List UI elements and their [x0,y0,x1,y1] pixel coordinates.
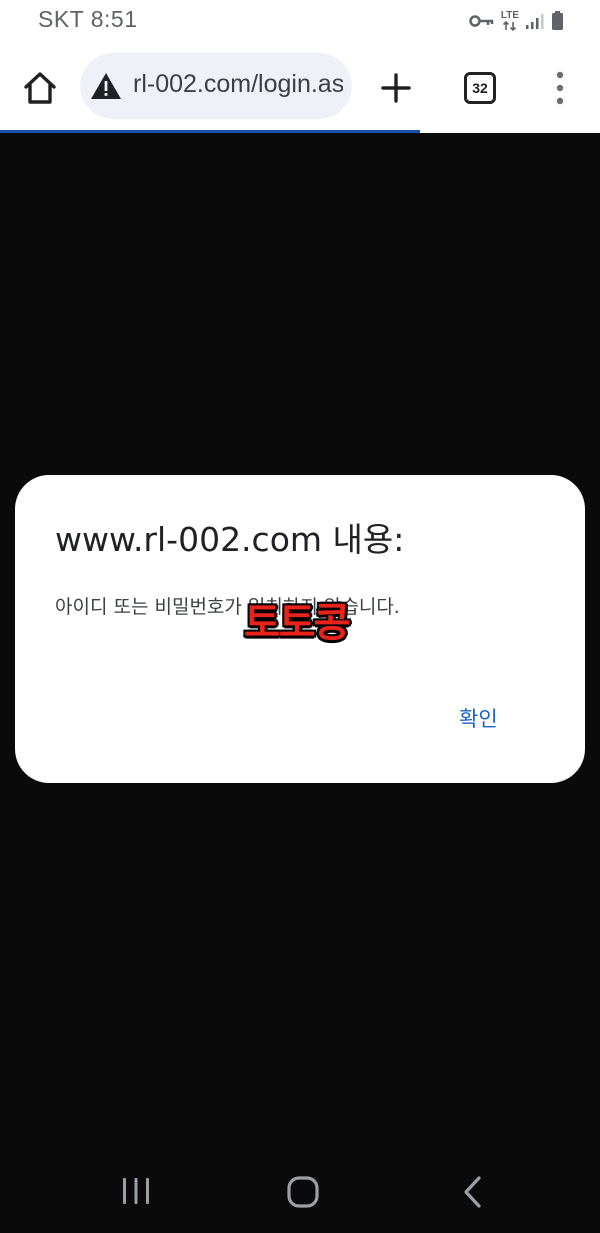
url-text[interactable]: rl-002.com/login.asp [133,70,343,99]
battery-icon [552,11,563,30]
new-tab-button[interactable] [376,68,416,108]
system-home-icon[interactable] [286,1175,320,1209]
ok-button[interactable]: 확인 [451,699,506,737]
recent-apps-icon[interactable] [118,1176,154,1206]
carrier-label: SKT [38,6,84,32]
warning-triangle-icon[interactable] [90,72,122,100]
address-bar[interactable]: rl-002.com/login.asp [80,53,352,119]
tab-count: 32 [472,80,488,96]
browser-toolbar: rl-002.com/login.asp 32 [0,42,600,132]
more-menu-icon[interactable] [550,68,570,108]
system-navigation-bar [0,1143,600,1233]
status-icons: LTE [469,9,564,33]
data-arrows-icon [502,21,516,31]
status-bar: SKT 8:51 LTE [0,0,600,42]
network-type: LTE [500,10,519,21]
home-icon [24,72,56,104]
watermark-logo: 토토콩 [244,600,350,646]
clock: 8:51 [90,6,138,32]
dialog-title: www.rl-002.com 내용: [55,520,405,559]
key-icon [469,15,494,27]
lte-indicator: LTE [501,11,519,31]
carrier-time: SKT 8:51 [38,6,137,33]
home-button[interactable] [20,68,60,108]
tab-switcher-button[interactable]: 32 [464,72,496,104]
signal-icon [526,14,544,29]
back-icon[interactable] [460,1175,484,1209]
